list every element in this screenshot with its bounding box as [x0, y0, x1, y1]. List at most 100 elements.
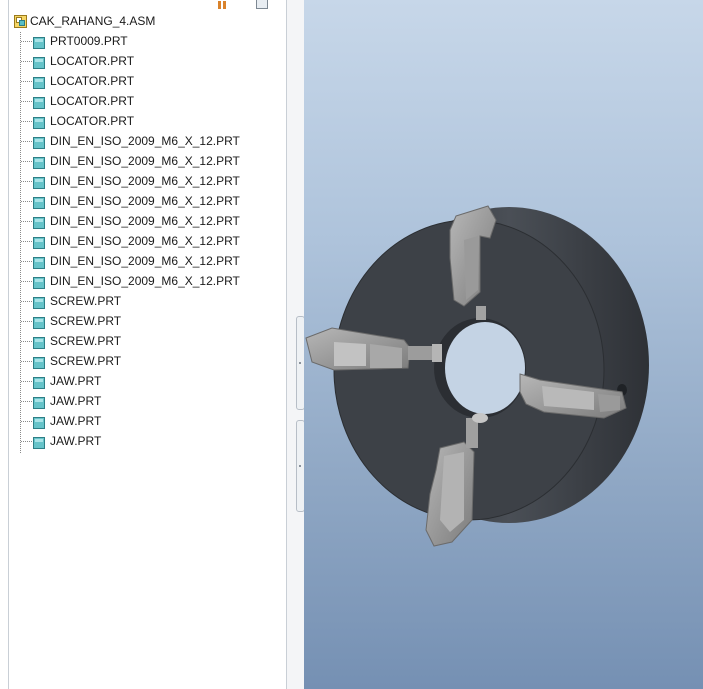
- tree-branch-line: [21, 201, 32, 202]
- tree-item[interactable]: DIN_EN_ISO_2009_M6_X_12.PRT: [10, 171, 286, 191]
- tree-item-label: SCREW.PRT: [50, 334, 122, 348]
- tree-item[interactable]: DIN_EN_ISO_2009_M6_X_12.PRT: [10, 251, 286, 271]
- part-icon: [33, 415, 45, 429]
- model-tree-panel: CAK_RAHANG_4.ASM PRT0009.PRT LOCATOR.PRT L…: [0, 0, 305, 689]
- tree-branch-line: [21, 241, 32, 242]
- jaw-bottom-screw: [466, 418, 478, 448]
- tree-item-label: LOCATOR.PRT: [50, 54, 135, 68]
- tree-item[interactable]: PRT0009.PRT: [10, 31, 286, 51]
- tree-item[interactable]: DIN_EN_ISO_2009_M6_X_12.PRT: [10, 131, 286, 151]
- tree-item-label: PRT0009.PRT: [50, 34, 128, 48]
- tree-item-label: LOCATOR.PRT: [50, 94, 135, 108]
- tree-branch-line: [21, 321, 32, 322]
- tree-branch-line: [21, 341, 32, 342]
- tree-item[interactable]: SCREW.PRT: [10, 291, 286, 311]
- tree-branch-line: [21, 441, 32, 442]
- tree-item-label: JAW.PRT: [50, 374, 102, 388]
- tree-branch-line: [21, 421, 32, 422]
- tree-branch-line: [21, 261, 32, 262]
- tree-item[interactable]: SCREW.PRT: [10, 311, 286, 331]
- part-icon: [33, 315, 45, 329]
- tree-item-label: DIN_EN_ISO_2009_M6_X_12.PRT: [50, 134, 240, 148]
- tree-branch-line: [21, 401, 32, 402]
- part-icon: [33, 275, 45, 289]
- tree-branch-line: [21, 101, 32, 102]
- tree-branch-line: [21, 221, 32, 222]
- tree-item-label: DIN_EN_ISO_2009_M6_X_12.PRT: [50, 254, 240, 268]
- graphics-viewport[interactable]: [304, 0, 703, 689]
- panel-toolbar-icons: [218, 0, 292, 9]
- part-icon: [33, 155, 45, 169]
- tree-item[interactable]: DIN_EN_ISO_2009_M6_X_12.PRT: [10, 231, 286, 251]
- tree-show-icon[interactable]: [256, 0, 269, 9]
- tree-item-label: DIN_EN_ISO_2009_M6_X_12.PRT: [50, 174, 240, 188]
- tree-item-label: DIN_EN_ISO_2009_M6_X_12.PRT: [50, 194, 240, 208]
- tree-settings-icon[interactable]: [218, 1, 228, 9]
- tree-branch-line: [21, 141, 32, 142]
- tree-item-label: SCREW.PRT: [50, 294, 122, 308]
- part-icon: [33, 175, 45, 189]
- part-icon: [33, 375, 45, 389]
- tree-item[interactable]: DIN_EN_ISO_2009_M6_X_12.PRT: [10, 151, 286, 171]
- part-icon: [33, 435, 45, 449]
- tree-item[interactable]: JAW.PRT: [10, 431, 286, 451]
- tree-item[interactable]: LOCATOR.PRT: [10, 111, 286, 131]
- chuck-assembly-model[interactable]: [304, 0, 703, 689]
- part-icon: [33, 195, 45, 209]
- tree-item-label: JAW.PRT: [50, 434, 102, 448]
- tree-branch-line: [21, 81, 32, 82]
- tree-item-label: SCREW.PRT: [50, 314, 122, 328]
- tree-item-label: JAW.PRT: [50, 394, 102, 408]
- assembly-icon: [14, 14, 27, 28]
- tree-branch-line: [21, 281, 32, 282]
- tree-branch-line: [21, 381, 32, 382]
- part-icon: [33, 215, 45, 229]
- part-icon: [33, 255, 45, 269]
- center-bore-hole: [445, 322, 525, 414]
- tree-item[interactable]: LOCATOR.PRT: [10, 91, 286, 111]
- tree-item[interactable]: LOCATOR.PRT: [10, 51, 286, 71]
- tree-item-label: DIN_EN_ISO_2009_M6_X_12.PRT: [50, 214, 240, 228]
- part-icon: [33, 295, 45, 309]
- part-icon: [33, 135, 45, 149]
- tree-items: PRT0009.PRT LOCATOR.PRT LOCATOR.PRT LOCATOR…: [10, 31, 286, 451]
- tree-branch-line: [21, 161, 32, 162]
- part-icon: [33, 235, 45, 249]
- tree-item[interactable]: DIN_EN_ISO_2009_M6_X_12.PRT: [10, 211, 286, 231]
- panel-border-left: [8, 0, 9, 689]
- tree-item-label: LOCATOR.PRT: [50, 74, 135, 88]
- model-tree: CAK_RAHANG_4.ASM PRT0009.PRT LOCATOR.PRT L…: [10, 11, 286, 453]
- part-icon: [33, 35, 45, 49]
- tree-item[interactable]: JAW.PRT: [10, 391, 286, 411]
- tree-root-label: CAK_RAHANG_4.ASM: [30, 14, 156, 28]
- tree-item-label: DIN_EN_ISO_2009_M6_X_12.PRT: [50, 274, 240, 288]
- part-icon: [33, 75, 45, 89]
- part-icon: [33, 335, 45, 349]
- tree-item-label: DIN_EN_ISO_2009_M6_X_12.PRT: [50, 234, 240, 248]
- tree-item[interactable]: SCREW.PRT: [10, 331, 286, 351]
- part-icon: [33, 395, 45, 409]
- tree-branch-line: [21, 361, 32, 362]
- tree-item[interactable]: DIN_EN_ISO_2009_M6_X_12.PRT: [10, 191, 286, 211]
- tree-item-label: SCREW.PRT: [50, 354, 122, 368]
- tree-item-label: DIN_EN_ISO_2009_M6_X_12.PRT: [50, 154, 240, 168]
- tree-branch-line: [21, 121, 32, 122]
- jaw-top-screw: [476, 306, 486, 320]
- tree-item[interactable]: JAW.PRT: [10, 411, 286, 431]
- panel-splitter[interactable]: [287, 0, 305, 689]
- part-icon: [33, 95, 45, 109]
- part-icon: [33, 55, 45, 69]
- tree-item-label: LOCATOR.PRT: [50, 114, 135, 128]
- tree-item[interactable]: LOCATOR.PRT: [10, 71, 286, 91]
- tree-root-assembly[interactable]: CAK_RAHANG_4.ASM: [10, 11, 286, 31]
- tree-item[interactable]: DIN_EN_ISO_2009_M6_X_12.PRT: [10, 271, 286, 291]
- part-icon: [33, 355, 45, 369]
- tree-item[interactable]: SCREW.PRT: [10, 351, 286, 371]
- tree-branch-line: [21, 181, 32, 182]
- tree-item[interactable]: JAW.PRT: [10, 371, 286, 391]
- tree-branch-line: [21, 61, 32, 62]
- tree-branch-line: [21, 301, 32, 302]
- tree-item-label: JAW.PRT: [50, 414, 102, 428]
- tree-branch-line: [21, 41, 32, 42]
- part-icon: [33, 115, 45, 129]
